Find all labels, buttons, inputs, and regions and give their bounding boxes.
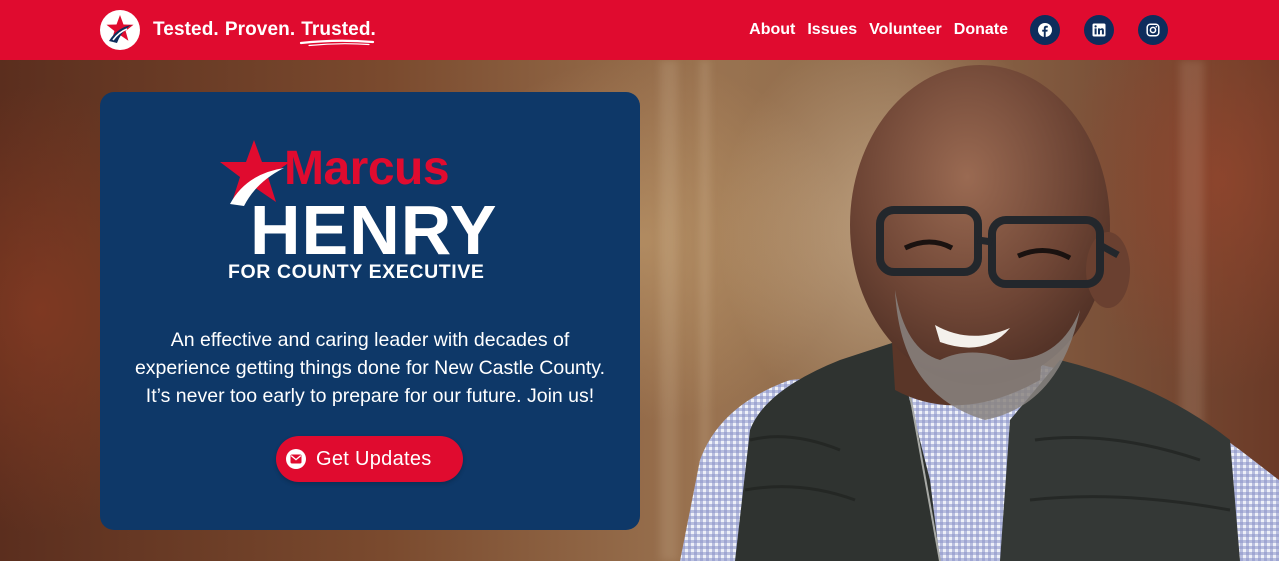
tagline-trusted-text: Trusted. (301, 19, 376, 40)
candidate-first-name: Marcus (284, 142, 450, 195)
site-header: Tested. Proven. Trusted. About Issues Vo… (0, 0, 1279, 60)
underline-swoosh-icon (300, 39, 375, 47)
candidate-office: FOR COUNTY EXECUTIVE (228, 261, 485, 283)
linkedin-icon (1092, 23, 1106, 37)
nav-volunteer[interactable]: Volunteer (869, 21, 942, 39)
hero-card: Marcus HENRY FOR COUNTY EXECUTIVE An eff… (100, 92, 640, 530)
intro-text: An effective and caring leader with deca… (110, 326, 630, 410)
candidate-photo (680, 65, 1279, 561)
star-circle-logo-icon (100, 10, 140, 50)
intro-line: It’s never too early to prepare for our … (145, 385, 595, 407)
nav-about[interactable]: About (749, 21, 795, 39)
campaign-logo: Marcus HENRY FOR COUNTY EXECUTIVE (220, 138, 520, 288)
tagline-proven: Proven. (224, 19, 296, 40)
tagline-tested: Tested. (153, 19, 219, 40)
intro-line: An effective and caring leader with deca… (170, 329, 570, 351)
get-updates-button[interactable]: Get Updates (276, 436, 463, 482)
mail-icon (286, 449, 306, 469)
nav-issues[interactable]: Issues (807, 21, 857, 39)
tagline-trusted: Trusted. (300, 19, 382, 47)
candidate-last-name: HENRY (250, 191, 498, 269)
get-updates-label: Get Updates (316, 447, 432, 470)
intro-line: experience getting things done for New C… (134, 357, 606, 379)
facebook-icon (1038, 23, 1052, 37)
instagram-link[interactable] (1138, 15, 1168, 45)
linkedin-link[interactable] (1084, 15, 1114, 45)
tagline: Tested. Proven. Trusted. (153, 19, 382, 47)
instagram-icon (1146, 23, 1160, 37)
nav-donate[interactable]: Donate (954, 21, 1008, 39)
facebook-link[interactable] (1030, 15, 1060, 45)
home-logo-link[interactable]: Tested. Proven. Trusted. (100, 10, 382, 50)
main-nav: About Issues Volunteer Donate (749, 15, 1180, 45)
